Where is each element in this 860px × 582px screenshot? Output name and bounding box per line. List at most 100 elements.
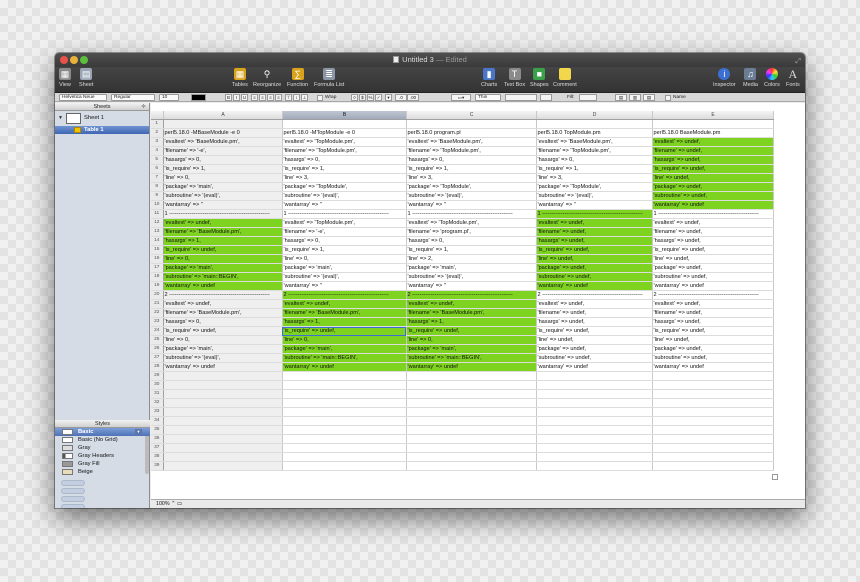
cell-b2[interactable]: perl5.18.0 -MTopModule -e 0 xyxy=(282,128,407,138)
cell-d28[interactable]: 'wantarray' => undef xyxy=(536,362,653,372)
row-header[interactable]: 11 xyxy=(151,209,164,219)
cell-b33[interactable] xyxy=(282,407,407,417)
cell-b37[interactable] xyxy=(282,443,407,453)
cell-b24[interactable]: 'is_require' => undef, xyxy=(282,326,407,336)
cell-c8[interactable]: 'package' => 'TopModule', xyxy=(406,182,537,192)
cell-d13[interactable]: 'filename' => undef, xyxy=(536,227,653,237)
cell-a23[interactable]: 'hasargs' => 0, xyxy=(163,317,283,327)
cell-b34[interactable] xyxy=(282,416,407,426)
cell-e36[interactable] xyxy=(652,434,774,444)
cell-a36[interactable] xyxy=(163,434,283,444)
cell-e28[interactable]: 'wantarray' => undef xyxy=(652,362,774,372)
cell-d25[interactable]: 'line' => undef, xyxy=(536,335,653,345)
cell-c35[interactable] xyxy=(406,425,537,435)
cell-a19[interactable]: 'wantarray' => undef xyxy=(163,281,283,291)
cell-d9[interactable]: 'subroutine' => '(eval)', xyxy=(536,191,653,201)
cell-b36[interactable] xyxy=(282,434,407,444)
cell-b11[interactable]: 1 --------------------------------------… xyxy=(282,209,407,219)
cell-d11[interactable]: 1 --------------------------------------… xyxy=(536,209,653,219)
style-item-gray-headers[interactable]: Gray Headers xyxy=(55,452,150,460)
cell-a28[interactable]: 'wantarray' => undef xyxy=(163,362,283,372)
cell-d24[interactable]: 'is_require' => undef, xyxy=(536,326,653,336)
cell-a27[interactable]: 'subroutine' => '(eval)', xyxy=(163,353,283,363)
cell-d37[interactable] xyxy=(536,443,653,453)
cell-c36[interactable] xyxy=(406,434,537,444)
cell-b17[interactable]: 'package' => 'main', xyxy=(282,263,407,273)
cell-e37[interactable] xyxy=(652,443,774,453)
cell-b20[interactable]: 2 --------------------------------------… xyxy=(282,290,407,300)
minimize-button[interactable] xyxy=(70,56,78,64)
cell-d32[interactable] xyxy=(536,398,653,408)
disclosure-triangle-icon[interactable]: ▼ xyxy=(58,115,63,121)
cell-c7[interactable]: 'line' => 3, xyxy=(406,173,537,183)
cell-b5[interactable]: 'hasargs' => 0, xyxy=(282,155,407,165)
row-header[interactable]: 17 xyxy=(151,263,164,273)
cell-b4[interactable]: 'filename' => 'TopModule.pm', xyxy=(282,146,407,156)
cell-d4[interactable]: 'filename' => 'TopModule.pm', xyxy=(536,146,653,156)
cell-c31[interactable] xyxy=(406,389,537,399)
cell-c11[interactable]: 1 --------------------------------------… xyxy=(406,209,537,219)
cell-c33[interactable] xyxy=(406,407,537,417)
cell-e17[interactable]: 'package' => undef, xyxy=(652,263,774,273)
cell-a25[interactable]: 'line' => 0, xyxy=(163,335,283,345)
cell-b23[interactable]: 'hasargs' => 1, xyxy=(282,317,407,327)
inspector-button[interactable]: i Inspector xyxy=(713,68,736,88)
tables-button[interactable]: ▦ Tables xyxy=(232,68,248,88)
fonts-button[interactable]: A Fonts xyxy=(786,68,800,88)
format-none-icon[interactable]: ¤ xyxy=(351,94,358,101)
row-header[interactable]: 6 xyxy=(151,164,164,174)
cell-b32[interactable] xyxy=(282,398,407,408)
cell-e13[interactable]: 'filename' => undef, xyxy=(652,227,774,237)
cell-a35[interactable] xyxy=(163,425,283,435)
cell-e31[interactable] xyxy=(652,389,774,399)
cell-a18[interactable]: 'subroutine' => 'main::BEGIN', xyxy=(163,272,283,282)
cell-d10[interactable]: 'wantarray' => '' xyxy=(536,200,653,210)
row-header[interactable]: 36 xyxy=(151,434,164,444)
cell-c19[interactable]: 'wantarray' => '' xyxy=(406,281,537,291)
row-header[interactable]: 29 xyxy=(151,371,164,381)
name-checkbox[interactable] xyxy=(665,95,671,101)
font-family-select[interactable]: Helvetica Neue xyxy=(59,94,107,101)
cell-b29[interactable] xyxy=(282,371,407,381)
cell-c17[interactable]: 'package' => 'main', xyxy=(406,263,537,273)
cell-c29[interactable] xyxy=(406,371,537,381)
row-header[interactable]: 30 xyxy=(151,380,164,390)
italic-button[interactable]: I xyxy=(233,94,240,101)
style-item-basic[interactable]: Basic ▼ xyxy=(55,428,150,436)
cell-e15[interactable]: 'is_require' => undef, xyxy=(652,245,774,255)
currency-icon[interactable]: $ xyxy=(359,94,366,101)
footer-rows-icon[interactable]: ▤ xyxy=(643,94,655,101)
cell-e1[interactable] xyxy=(652,119,774,129)
cell-e39[interactable] xyxy=(652,461,774,471)
spreadsheet-table[interactable]: ABCDE 1 2 perl5.18.0 -MBaseModule -e 0 perl… xyxy=(151,111,774,471)
cell-b18[interactable]: 'subroutine' => '(eval)', xyxy=(282,272,407,282)
cell-a32[interactable] xyxy=(163,398,283,408)
row-header[interactable]: 22 xyxy=(151,308,164,318)
media-button[interactable]: ♫ Media xyxy=(743,68,758,88)
cell-b19[interactable]: 'wantarray' => '' xyxy=(282,281,407,291)
cell-a1[interactable] xyxy=(163,119,283,129)
zoom-chevron-icon[interactable]: ⌃ ▭ xyxy=(171,501,182,507)
cell-a24[interactable]: 'is_require' => undef, xyxy=(163,326,283,336)
cell-e4[interactable]: 'filename' => undef, xyxy=(652,146,774,156)
cell-d35[interactable] xyxy=(536,425,653,435)
column-header-c[interactable]: C xyxy=(406,111,537,120)
cell-e12[interactable]: 'evaltext' => undef, xyxy=(652,218,774,228)
cell-d18[interactable]: 'subroutine' => undef, xyxy=(536,272,653,282)
cell-d1[interactable] xyxy=(536,119,653,129)
cell-d34[interactable] xyxy=(536,416,653,426)
justify-icon[interactable]: ≡ xyxy=(275,94,282,101)
row-header[interactable]: 32 xyxy=(151,398,164,408)
column-header-e[interactable]: E xyxy=(652,111,774,120)
style-item-basic-no-grid[interactable]: Basic (No Grid) xyxy=(55,436,150,444)
cell-e21[interactable]: 'evaltext' => undef, xyxy=(652,299,774,309)
stroke-width-field[interactable] xyxy=(505,94,537,101)
cell-e8[interactable]: 'package' => undef, xyxy=(652,182,774,192)
cell-b12[interactable]: 'evaltext' => 'TopModule.pm', xyxy=(282,218,407,228)
row-header[interactable]: 25 xyxy=(151,335,164,345)
cell-c10[interactable]: 'wantarray' => '' xyxy=(406,200,537,210)
cell-a26[interactable]: 'package' => 'main', xyxy=(163,344,283,354)
colors-button[interactable]: Colors xyxy=(764,68,780,88)
row-header[interactable]: 7 xyxy=(151,173,164,183)
cell-d36[interactable] xyxy=(536,434,653,444)
